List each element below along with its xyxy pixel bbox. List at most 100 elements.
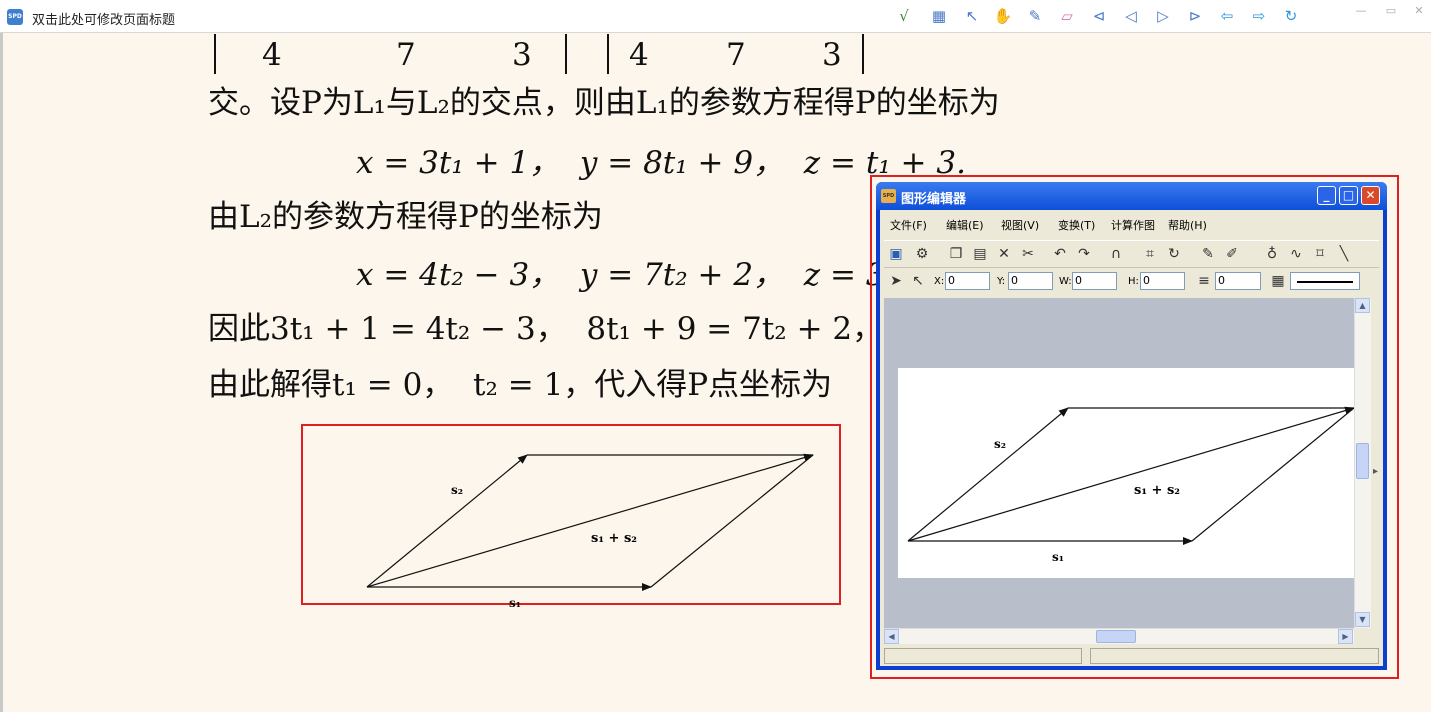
menu-help[interactable]: 帮助(H): [1168, 217, 1207, 233]
pen-tool-icon[interactable]: ♁: [1262, 244, 1282, 264]
editor-statusbar: [884, 646, 1379, 664]
line-width-icon: ≡: [1198, 273, 1210, 289]
panel-expand-icon[interactable]: ▸: [1373, 466, 1378, 477]
editor-minimize-icon[interactable]: _: [1317, 186, 1336, 205]
last-page-icon[interactable]: ⊳: [1185, 6, 1205, 26]
app-logo-icon: SPD: [7, 9, 23, 25]
node-select-icon[interactable]: ↖: [908, 271, 928, 291]
editor-maximize-icon[interactable]: □: [1339, 186, 1358, 205]
delete-icon[interactable]: ✕: [994, 244, 1014, 264]
h-label: H:: [1128, 276, 1139, 287]
matrix-value: 7: [396, 37, 416, 73]
paste-icon[interactable]: ▤: [970, 244, 990, 264]
page-title[interactable]: 双击此处可修改页面标题: [32, 9, 175, 28]
pencil-icon[interactable]: ✎: [1198, 244, 1218, 264]
editor-vector-sum-arrow[interactable]: [907, 406, 1354, 542]
menu-edit[interactable]: 编辑(E): [946, 217, 984, 233]
editor-label-sum: s₁ + s₂: [1134, 483, 1180, 498]
maximize-icon[interactable]: ▭: [1381, 5, 1401, 17]
y-field[interactable]: 0: [1008, 272, 1053, 290]
scroll-down-icon[interactable]: ▼: [1355, 612, 1370, 627]
h-field[interactable]: 0: [1140, 272, 1185, 290]
line-width-field[interactable]: 0: [1215, 272, 1261, 290]
editor-close-icon[interactable]: ✕: [1361, 186, 1380, 205]
x-field[interactable]: 0: [945, 272, 990, 290]
editor-titlebar[interactable]: SPD 图形编辑器 _ □ ✕: [876, 182, 1387, 210]
app-titlebar: SPD 双击此处可修改页面标题 √ ▦ ↖ ✋ ✎ ▱ ⊲ ◁ ▷ ⊳ ⇦ ⇨ …: [0, 0, 1431, 33]
label-sum: s₁ + s₂: [591, 531, 637, 546]
editor-body: 文件(F) 编辑(E) 视图(V) 变换(T) 计算作图 帮助(H) ▣ ⚙ ❐…: [880, 210, 1383, 666]
vector-sum-arrow[interactable]: [366, 453, 814, 588]
eraser-icon[interactable]: ▱: [1057, 6, 1077, 26]
vertical-scroll-thumb[interactable]: [1356, 443, 1369, 479]
menu-view[interactable]: 视图(V): [1001, 217, 1039, 233]
polyline-icon[interactable]: ⌑: [1310, 244, 1330, 264]
pointer-icon[interactable]: ↖: [962, 6, 982, 26]
menu-compute[interactable]: 计算作图: [1111, 217, 1155, 233]
layout-icon[interactable]: ▦: [929, 6, 949, 26]
undo-icon[interactable]: ↶: [1050, 244, 1070, 264]
matrix-bar: [607, 34, 609, 74]
pen-icon[interactable]: ✎: [1025, 6, 1045, 26]
brush-icon[interactable]: ✐: [1222, 244, 1242, 264]
formula-icon[interactable]: √: [894, 6, 914, 26]
first-page-icon[interactable]: ⊲: [1089, 6, 1109, 26]
status-pane: [884, 648, 1082, 664]
status-pane: [1090, 648, 1379, 664]
editor-vector-s2-arrow[interactable]: [907, 407, 1069, 542]
text-line: 由此解得t₁ = 0， t₂ = 1，代入得P点坐标为: [208, 367, 833, 403]
copy-icon[interactable]: ❐: [946, 244, 966, 264]
parallelogram-figure[interactable]: s₂ s₁ + s₂ s₁: [301, 424, 861, 624]
minimize-icon[interactable]: —: [1351, 5, 1371, 17]
w-label: W:: [1059, 276, 1072, 287]
label-s1: s₁: [509, 596, 521, 610]
matrix-value: 4: [629, 37, 649, 73]
w-field[interactable]: 0: [1072, 272, 1117, 290]
refresh-icon[interactable]: ↻: [1281, 6, 1301, 26]
editor-property-bar: ➤ ↖ X: 0 Y: 0 W: 0 H: 0 ≡ 0 ▦: [884, 269, 1379, 295]
parallelogram-edge[interactable]: [650, 454, 814, 588]
editor-canvas[interactable]: s₂ s₁ + s₂ s₁: [884, 298, 1354, 628]
prev-page-icon[interactable]: ◁: [1121, 6, 1141, 26]
vector-s2-arrow[interactable]: [366, 454, 528, 588]
redo-icon[interactable]: ↷: [1074, 244, 1094, 264]
editor-vertical-scrollbar[interactable]: ▲ ▼: [1354, 298, 1371, 628]
scroll-up-icon[interactable]: ▲: [1355, 298, 1370, 313]
save-icon[interactable]: ▣: [886, 244, 906, 264]
magnet-icon[interactable]: ∩: [1106, 244, 1126, 264]
settings-icon[interactable]: ⚙: [912, 244, 932, 264]
equation-line: x = 4t₂ − 3， y = 7t₂ + 2， z = 3t₂.: [356, 257, 921, 293]
calculator-icon[interactable]: ▦: [1268, 271, 1288, 291]
line-tool-icon[interactable]: ╲: [1334, 244, 1354, 264]
select-arrow-icon[interactable]: ➤: [886, 271, 906, 291]
back-icon[interactable]: ⇦: [1217, 6, 1237, 26]
matrix-value: 7: [726, 37, 746, 73]
menu-transform[interactable]: 变换(T): [1058, 217, 1095, 233]
curve-icon[interactable]: ∿: [1286, 244, 1306, 264]
cut-icon[interactable]: ✂: [1018, 244, 1038, 264]
line-style-preview: [1297, 281, 1353, 283]
text-line: 由L₂的参数方程得P的坐标为: [208, 199, 603, 235]
editor-horizontal-scrollbar[interactable]: ◀ ▶: [884, 628, 1354, 644]
editor-parallelogram-edge[interactable]: [1191, 407, 1354, 542]
matrix-bar: [214, 34, 216, 74]
editor-label-s1: s₁: [1052, 550, 1064, 564]
editor-paper[interactable]: s₂ s₁ + s₂ s₁: [898, 368, 1354, 578]
close-icon[interactable]: ✕: [1409, 5, 1429, 17]
editor-parallelogram-figure[interactable]: s₂ s₁ + s₂ s₁: [898, 368, 1354, 578]
editor-label-s2: s₂: [994, 437, 1006, 451]
scroll-right-icon[interactable]: ▶: [1338, 629, 1353, 644]
rotate-icon[interactable]: ↻: [1164, 244, 1184, 264]
x-label: X:: [934, 276, 945, 287]
matrix-bar: [862, 34, 864, 74]
line-style-select[interactable]: [1290, 272, 1360, 290]
menu-file[interactable]: 文件(F): [890, 217, 927, 233]
hand-icon[interactable]: ✋: [993, 6, 1013, 26]
forward-icon[interactable]: ⇨: [1249, 6, 1269, 26]
matrix-value: 4: [262, 37, 282, 73]
crop-icon[interactable]: ⌗: [1140, 244, 1160, 264]
horizontal-scroll-thumb[interactable]: [1096, 630, 1136, 643]
scroll-left-icon[interactable]: ◀: [884, 629, 899, 644]
matrix-bar: [565, 34, 567, 74]
next-page-icon[interactable]: ▷: [1153, 6, 1173, 26]
